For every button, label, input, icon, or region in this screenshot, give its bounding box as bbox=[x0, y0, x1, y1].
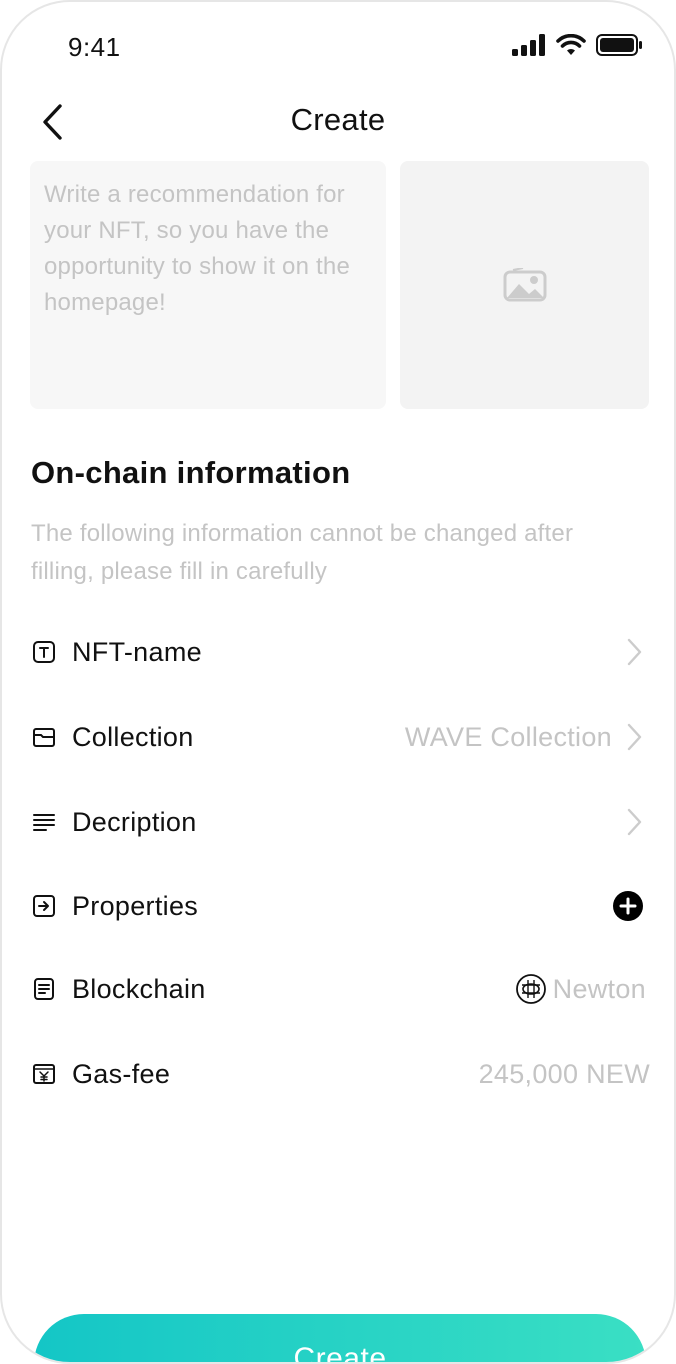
row-label: Blockchain bbox=[72, 973, 206, 1004]
folder-icon bbox=[30, 723, 58, 751]
phone-screen: 9:41 Create Write a recommendation for y… bbox=[0, 0, 676, 1364]
arrow-box-icon bbox=[30, 892, 58, 920]
recommendation-input[interactable]: Write a recommendation for your NFT, so … bbox=[30, 161, 386, 409]
blockchain-value: Newton bbox=[552, 973, 646, 1004]
gas-fee-value: 245,000 NEW bbox=[478, 1058, 650, 1089]
section-title: On-chain information bbox=[31, 455, 351, 490]
page-title: Create bbox=[290, 102, 386, 137]
create-button-label: Create bbox=[293, 1342, 387, 1364]
row-properties[interactable]: Properties bbox=[30, 878, 646, 934]
recommendation-placeholder: Write a recommendation for your NFT, so … bbox=[44, 181, 350, 316]
row-description[interactable]: Decription bbox=[30, 794, 646, 850]
yen-box-icon bbox=[30, 1060, 58, 1088]
collection-value: WAVE Collection bbox=[404, 721, 612, 752]
lines-icon bbox=[30, 808, 58, 836]
row-label: Properties bbox=[72, 890, 199, 921]
row-nft-name[interactable]: NFT-name bbox=[30, 624, 646, 680]
row-label: NFT-name bbox=[72, 636, 202, 667]
create-button[interactable]: Create bbox=[34, 1314, 646, 1364]
text-box-icon bbox=[30, 638, 58, 666]
document-icon bbox=[30, 975, 58, 1003]
row-label: Collection bbox=[72, 721, 194, 752]
chevron-right-icon bbox=[622, 721, 646, 753]
chevron-right-icon bbox=[622, 806, 646, 838]
row-label: Decription bbox=[72, 806, 197, 837]
section-description: The following information cannot be chan… bbox=[31, 520, 574, 585]
image-placeholder-icon bbox=[503, 268, 546, 302]
row-gas-fee: Gas-fee 245,000 NEW bbox=[30, 1046, 650, 1102]
status-icons bbox=[512, 34, 642, 56]
add-property-button[interactable] bbox=[612, 890, 644, 922]
newton-logo-icon bbox=[515, 974, 546, 1004]
chevron-right-icon bbox=[622, 636, 646, 668]
image-upload[interactable] bbox=[400, 161, 649, 409]
row-collection[interactable]: Collection WAVE Collection bbox=[30, 709, 646, 765]
status-time: 9:41 bbox=[68, 32, 121, 62]
signal-icon bbox=[512, 34, 545, 56]
row-blockchain: Blockchain Newton bbox=[30, 961, 646, 1017]
battery-icon bbox=[596, 34, 642, 56]
plus-circle-icon bbox=[613, 891, 643, 921]
wifi-icon bbox=[556, 34, 586, 55]
row-label: Gas-fee bbox=[72, 1058, 171, 1089]
